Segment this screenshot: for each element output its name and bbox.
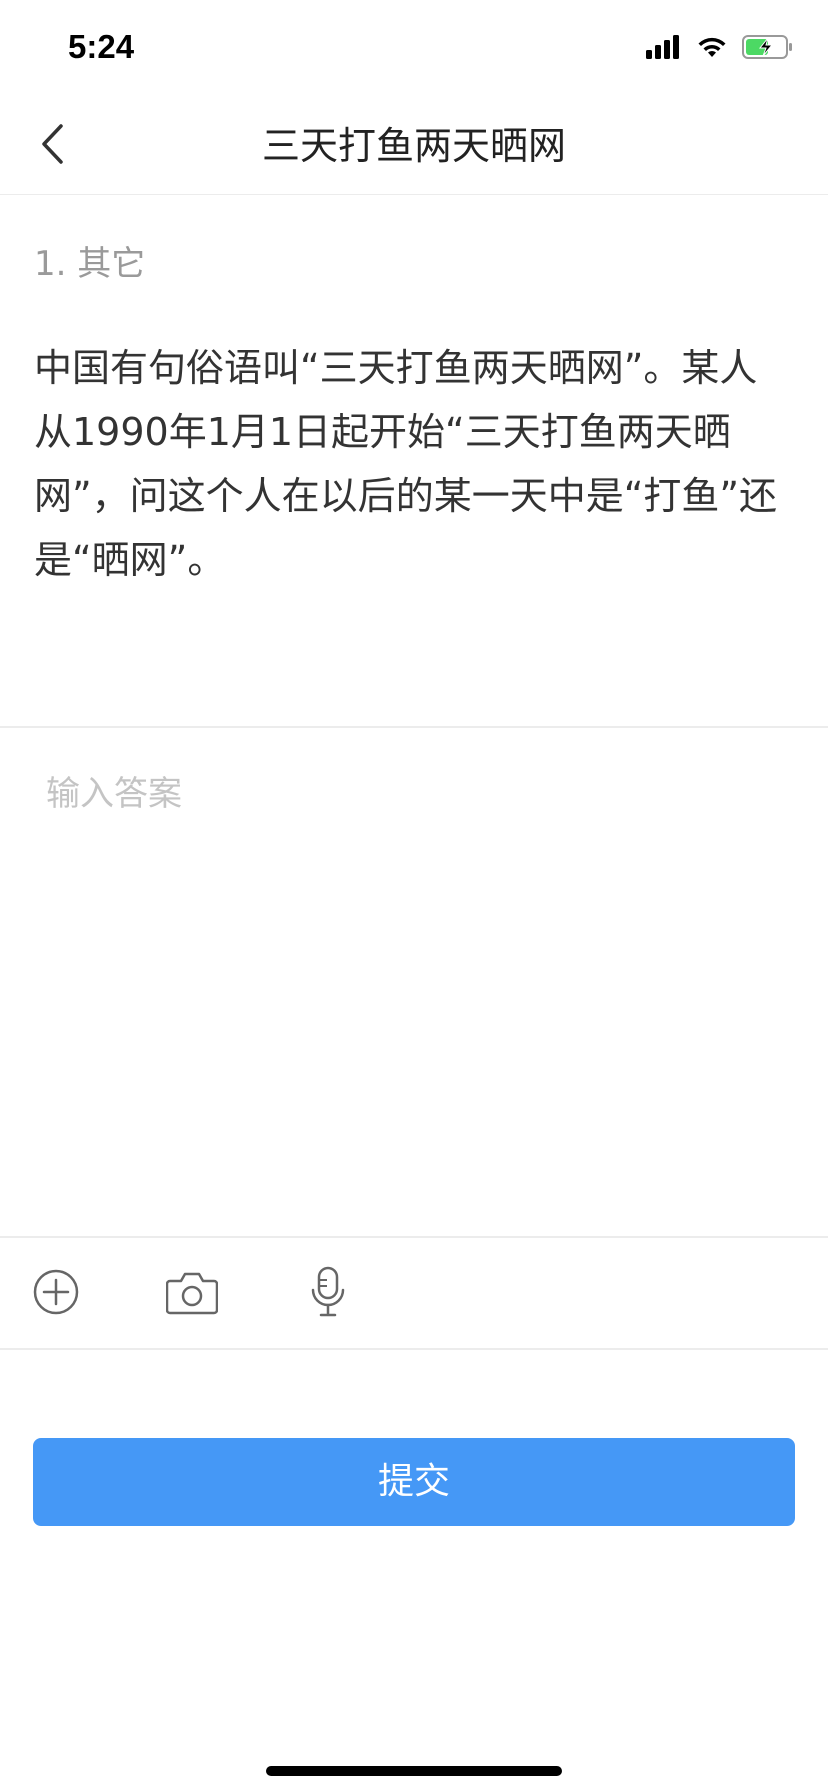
question-number: 1. 其它 — [34, 244, 146, 284]
voice-button[interactable] — [298, 1264, 358, 1324]
status-icons — [646, 34, 794, 64]
add-icon — [32, 1268, 80, 1320]
battery-icon — [742, 35, 794, 63]
status-time: 5:24 — [68, 28, 135, 65]
add-button[interactable] — [26, 1264, 86, 1324]
microphone-icon — [310, 1266, 346, 1322]
input-toolbar — [0, 1240, 828, 1348]
divider — [0, 1348, 828, 1350]
status-bar: 5:24 — [0, 0, 828, 100]
home-indicator — [266, 1766, 562, 1776]
divider — [0, 726, 828, 728]
camera-button[interactable] — [162, 1264, 222, 1324]
divider — [0, 1236, 828, 1238]
nav-bar: 三天打鱼两天晒网 — [0, 100, 828, 195]
chevron-left-icon — [39, 123, 65, 169]
page-title: 三天打鱼两天晒网 — [261, 124, 566, 168]
wifi-icon — [696, 35, 728, 63]
submit-button[interactable]: 提交 — [33, 1438, 795, 1526]
cellular-signal-icon — [646, 35, 682, 63]
question-text: 中国有句俗语叫“三天打鱼两天晒网”。某人从1990年1月1日起开始“三天打鱼两天… — [34, 346, 778, 582]
answer-input[interactable] — [46, 770, 786, 1210]
back-button[interactable] — [28, 122, 76, 170]
camera-icon — [165, 1269, 219, 1319]
